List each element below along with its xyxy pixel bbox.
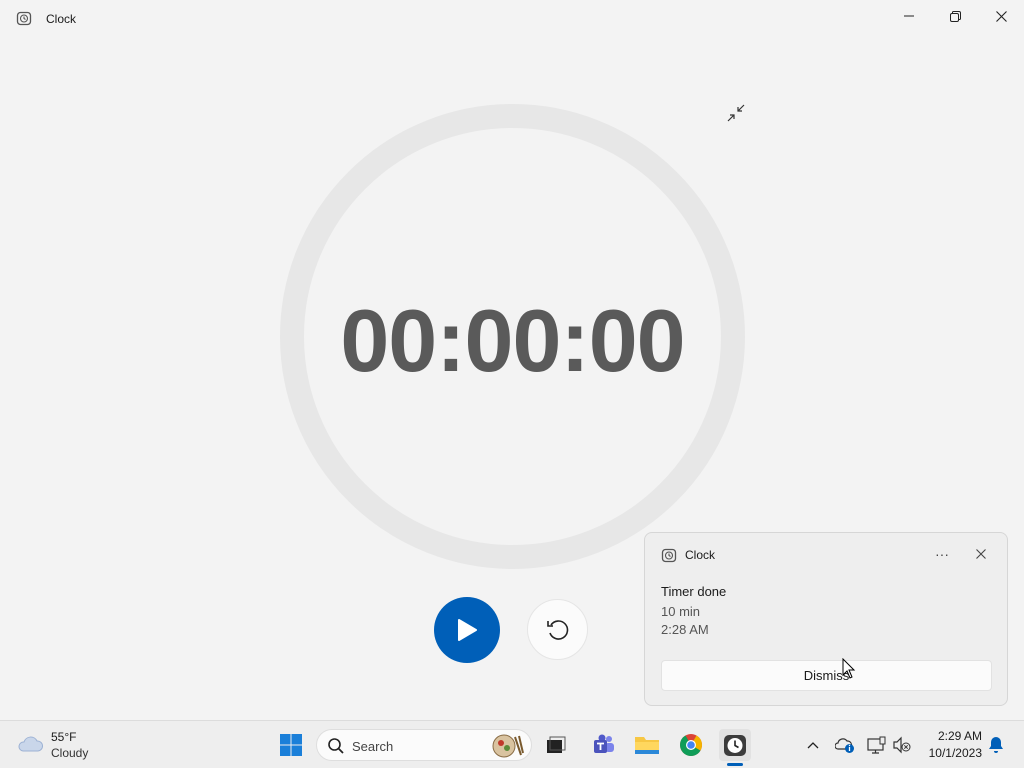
reset-button[interactable] [527,599,588,660]
title-bar: Clock [0,0,1024,36]
notification-app-name: Clock [685,548,716,562]
restore-icon [949,10,961,22]
search-placeholder: Search [352,739,394,754]
active-app-indicator [727,763,743,766]
play-icon [458,619,477,641]
volume-muted-icon [893,736,911,754]
weather-temperature: 55°F [51,730,77,744]
exit-compact-overlay-button[interactable] [724,101,748,125]
chevron-up-icon [807,742,819,749]
onedrive-tray-button[interactable] [835,735,855,755]
taskbar-search[interactable]: Search [316,729,532,761]
system-date: 10/1/2023 [928,746,982,760]
task-view-button[interactable] [540,729,572,761]
dismiss-button[interactable]: Dismiss [661,660,992,691]
notification-duration: 10 min [661,604,701,619]
windows-logo-icon [280,734,302,756]
restore-button[interactable] [932,0,978,32]
reset-icon [546,619,568,640]
clock-app-icon [724,735,746,756]
start-button[interactable] [434,597,500,663]
mouse-cursor-icon [842,658,856,679]
notification-more-button[interactable]: ··· [929,543,955,565]
minimize-button[interactable] [886,0,932,32]
chrome-icon [680,734,702,756]
close-icon [976,549,986,559]
minimize-icon [904,15,914,17]
network-icon [867,736,886,754]
folder-icon [635,737,659,754]
notification-title: Timer done [661,584,727,599]
chrome-button[interactable] [675,729,707,761]
bell-icon [989,737,1003,753]
close-icon [995,10,1007,22]
onedrive-info-icon [835,738,854,753]
volume-tray-button[interactable] [892,735,912,755]
taskbar: 55°F Cloudy Search 2:29 AM 10/1/2023 [0,720,1024,768]
task-view-icon [547,736,566,753]
weather-description: Cloudy [51,746,89,760]
close-button[interactable] [978,0,1024,32]
show-hidden-icons-button[interactable] [803,735,823,755]
teams-button[interactable] [588,729,620,761]
start-button[interactable] [275,729,307,761]
notification-time: 2:28 AM [661,622,709,637]
network-tray-button[interactable] [867,735,887,755]
file-explorer-button[interactable] [631,729,663,761]
timer-display: 00:00:00 [340,291,685,390]
timer-notification: Clock ··· Timer done 10 min 2:28 AM Dism… [644,532,1008,706]
teams-icon [594,734,614,753]
collapse-arrows-icon [727,104,745,122]
system-time: 2:29 AM [937,729,982,743]
notifications-button[interactable] [986,735,1006,755]
clock-app-icon [661,548,677,563]
window-title: Clock [46,12,77,26]
cloud-icon [18,736,44,752]
clock-taskbar-button[interactable] [719,729,751,761]
clock-app-icon [16,11,32,26]
search-highlight-icon [492,734,524,758]
search-icon [328,738,344,754]
notification-close-button[interactable] [969,543,993,565]
